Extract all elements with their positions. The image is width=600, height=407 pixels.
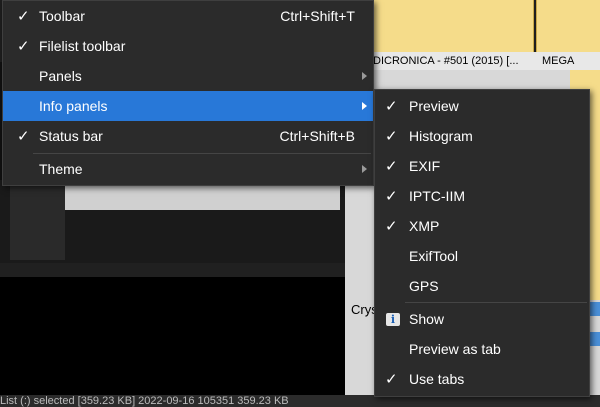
menu-item-label: Status bar xyxy=(39,128,103,144)
info-icon: i xyxy=(386,313,400,326)
menu-item-panels[interactable]: Panels xyxy=(3,61,373,91)
submenu-item-gps[interactable]: GPS xyxy=(375,271,589,301)
submenu-item-label: Histogram xyxy=(409,128,473,144)
check-icon: ✓ xyxy=(385,98,398,115)
thumbnail-caption-1: DICRONICA - #501 (2015) [... xyxy=(373,55,519,67)
embedded-panel-list xyxy=(10,182,65,260)
thumbnail-caption-2: MEGA xyxy=(542,55,575,67)
submenu-item-label: Preview xyxy=(409,98,459,114)
menu-item-info-panels[interactable]: Info panels xyxy=(3,91,373,121)
check-icon: ✓ xyxy=(385,218,398,235)
submenu-item-histogram[interactable]: ✓ Histogram xyxy=(375,121,589,151)
embedded-table xyxy=(65,182,340,210)
check-icon: ✓ xyxy=(385,158,398,175)
submenu-separator xyxy=(405,302,587,303)
embedded-screenshot xyxy=(0,180,345,395)
thumbnail-caption-strip: DICRONICA - #501 (2015) [... MEGA xyxy=(345,52,600,70)
menu-item-label: Panels xyxy=(39,68,82,84)
submenu-item-label: ExifTool xyxy=(409,248,459,264)
menu-item-theme[interactable]: Theme xyxy=(3,154,373,184)
info-panels-submenu: ✓ Preview ✓ Histogram ✓ EXIF ✓ IPTC-IIM … xyxy=(374,89,590,397)
submenu-arrow-icon xyxy=(362,72,367,80)
view-menu: ✓ Toolbar Ctrl+Shift+T ✓ Filelist toolba… xyxy=(2,0,374,186)
submenu-item-iptc-iim[interactable]: ✓ IPTC-IIM xyxy=(375,181,589,211)
thumbnail-1[interactable] xyxy=(372,0,534,52)
menu-item-filelist-toolbar[interactable]: ✓ Filelist toolbar xyxy=(3,31,373,61)
check-icon: ✓ xyxy=(17,38,30,55)
submenu-item-xmp[interactable]: ✓ XMP xyxy=(375,211,589,241)
menu-item-label: Info panels xyxy=(39,98,108,114)
check-icon: ✓ xyxy=(17,8,30,25)
check-icon: ✓ xyxy=(385,188,398,205)
check-icon: ✓ xyxy=(17,128,30,145)
embedded-taskbar xyxy=(0,263,345,277)
embedded-dark-area xyxy=(0,277,345,395)
check-icon: ✓ xyxy=(385,128,398,145)
check-icon: ✓ xyxy=(385,371,398,388)
menu-item-label: Toolbar xyxy=(39,8,85,24)
menu-item-toolbar[interactable]: ✓ Toolbar Ctrl+Shift+T xyxy=(3,1,373,31)
menu-item-label: Theme xyxy=(39,161,83,177)
submenu-item-label: Show xyxy=(409,311,445,327)
submenu-item-label: XMP xyxy=(409,218,440,234)
submenu-item-use-tabs[interactable]: ✓ Use tabs xyxy=(375,364,589,394)
submenu-item-preview[interactable]: ✓ Preview xyxy=(375,91,589,121)
shortcut-label: Ctrl+Shift+T xyxy=(280,8,355,24)
thumbnail-2[interactable] xyxy=(536,0,600,52)
submenu-arrow-icon xyxy=(362,102,367,110)
status-text: List (:) selected [359.23 KB] 2022-09-16… xyxy=(0,395,289,407)
submenu-item-label: EXIF xyxy=(409,158,441,174)
submenu-item-exif[interactable]: ✓ EXIF xyxy=(375,151,589,181)
menu-item-label: Filelist toolbar xyxy=(39,38,126,54)
submenu-item-label: Preview as tab xyxy=(409,341,501,357)
submenu-item-preview-as-tab[interactable]: Preview as tab xyxy=(375,334,589,364)
submenu-item-label: Use tabs xyxy=(409,371,465,387)
submenu-arrow-icon xyxy=(362,165,367,173)
submenu-item-exiftool[interactable]: ExifTool xyxy=(375,241,589,271)
shortcut-label: Ctrl+Shift+B xyxy=(279,128,355,144)
menu-item-status-bar[interactable]: ✓ Status bar Ctrl+Shift+B xyxy=(3,121,373,151)
submenu-item-show[interactable]: i Show xyxy=(375,304,589,334)
submenu-item-label: IPTC-IIM xyxy=(409,188,465,204)
submenu-item-label: GPS xyxy=(409,278,439,294)
